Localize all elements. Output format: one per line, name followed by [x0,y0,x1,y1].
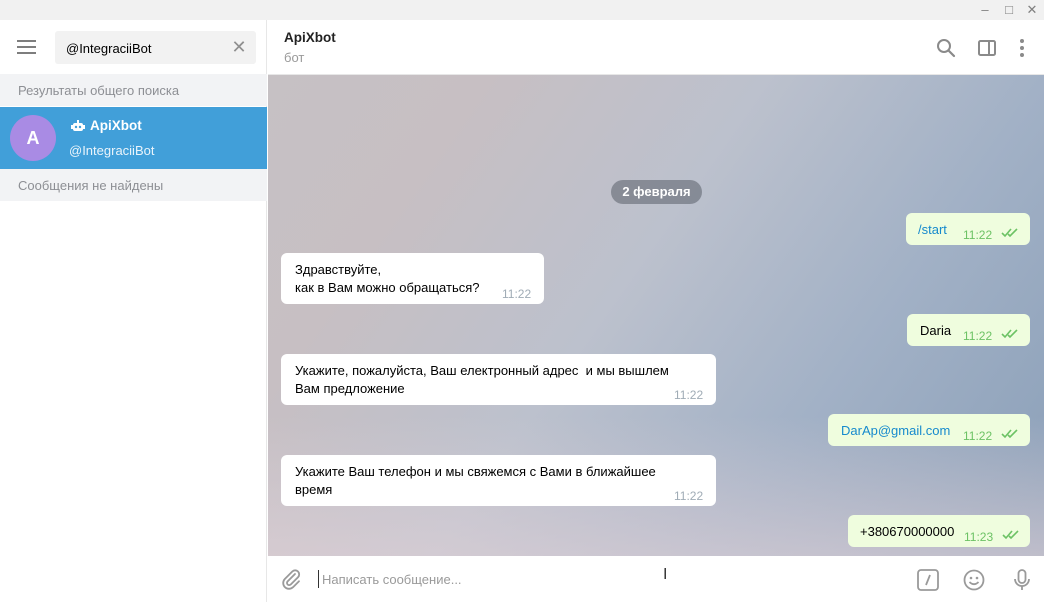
message-incoming[interactable]: Укажите Ваш телефон и мы свяжемся с Вами… [281,455,716,506]
maximize-icon[interactable]: □ [998,0,1020,20]
read-checks-icon [1001,429,1018,439]
message-text: Укажите, пожалуйста, Ваш електронный адр… [295,363,669,396]
message-text: Укажите Ваш телефон и мы свяжемся с Вами… [295,464,656,497]
message-incoming[interactable]: Здравствуйте, как в Вам можно обращаться… [281,253,544,304]
message-outgoing[interactable]: DarAp@gmail.com 11:22 [828,414,1030,446]
bot-icon [71,120,85,131]
message-time: 11:22 [502,287,532,301]
email-link[interactable]: DarAp@gmail.com [841,422,950,440]
message-composer: I [268,556,1044,602]
chat-title[interactable]: ApiXbot [284,30,336,45]
close-icon[interactable]: ✕ [1021,0,1043,20]
message-outgoing[interactable]: /start 11:22 [906,213,1030,245]
search-icon[interactable] [935,37,957,59]
message-time: 11:22 [963,329,993,343]
search-box: ✕ [55,31,256,64]
message-outgoing[interactable]: +380670000000 11:23 [848,515,1030,547]
message-text: +380670000000 [860,524,955,539]
message-time: 11:22 [963,429,993,443]
minimize-icon[interactable]: – [974,0,996,20]
more-options-icon[interactable] [1011,37,1033,59]
window-titlebar: – □ ✕ [0,0,1044,20]
message-text: Daria [920,323,952,338]
message-text[interactable]: /start [918,221,947,239]
message-text: Здравствуйте, как в Вам можно обращаться… [295,262,480,295]
read-checks-icon [1002,530,1019,540]
attach-icon[interactable] [280,568,302,590]
chat-header: ApiXbot бот [268,20,1044,75]
messages-not-found-label: Сообщения не найдены [0,169,267,201]
clear-search-icon[interactable]: ✕ [230,37,248,57]
mouse-cursor-icon: I [663,566,668,583]
global-search-results-header: Результаты общего поиска [0,74,267,106]
hamburger-menu-icon[interactable] [17,40,37,56]
message-time: 11:22 [674,489,704,503]
message-incoming[interactable]: Укажите, пожалуйста, Ваш електронный адр… [281,354,716,405]
read-checks-icon [1001,329,1018,339]
chat-status: бот [284,50,305,65]
sidebar: ✕ Результаты общего поиска A ApiXbot @In… [0,20,267,602]
read-checks-icon [1001,228,1018,238]
bot-commands-icon[interactable] [916,568,940,592]
sidebar-toggle-icon[interactable] [976,37,998,59]
chat-history[interactable]: 2 февраля /start 11:22 Здравствуйте, как… [268,75,1044,556]
date-divider: 2 февраля [611,180,702,204]
message-input[interactable] [318,570,878,588]
search-input[interactable] [66,39,226,57]
message-time: 11:22 [674,388,704,402]
emoji-icon[interactable] [962,568,986,592]
result-username: @IntegraciiBot [69,143,155,158]
message-time: 11:23 [964,530,994,544]
search-result-apixbot[interactable]: A ApiXbot @IntegraciiBot [0,107,267,169]
avatar: A [10,115,56,161]
result-name: ApiXbot [90,118,142,133]
message-time: 11:22 [963,228,993,242]
message-outgoing[interactable]: Daria 11:22 [907,314,1030,346]
microphone-icon[interactable] [1010,568,1034,592]
